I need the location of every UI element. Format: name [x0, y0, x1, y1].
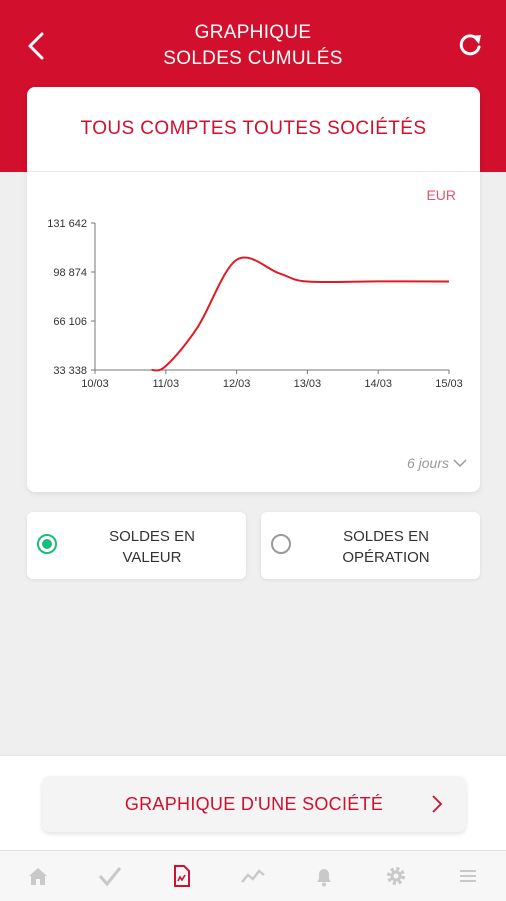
- radio-label-valeur: SOLDES EN VALEUR: [67, 526, 237, 568]
- refresh-button[interactable]: [454, 28, 486, 64]
- document-icon: [174, 865, 190, 887]
- gear-icon: [387, 867, 405, 885]
- tab-home[interactable]: [25, 863, 51, 889]
- radio-soldes-en-valeur[interactable]: SOLDES EN VALEUR: [27, 512, 246, 579]
- bell-icon: [317, 869, 331, 887]
- radio-unchecked-icon[interactable]: [271, 534, 291, 554]
- radio-label-operation: SOLDES EN OPÉRATION: [301, 526, 471, 568]
- currency-label: EUR: [426, 187, 456, 203]
- period-selector[interactable]: 6 jours: [407, 455, 468, 471]
- company-chart-button[interactable]: GRAPHIQUE D'UNE SOCIÉTÉ: [42, 776, 466, 832]
- tab-menu[interactable]: [455, 863, 481, 889]
- page-title-line1: GRAPHIQUE: [194, 22, 312, 43]
- tab-charts[interactable]: [240, 863, 266, 889]
- x-tick-label: 12/03: [223, 378, 251, 387]
- series-line: [151, 256, 450, 372]
- bottom-panel: GRAPHIQUE D'UNE SOCIÉTÉ: [0, 755, 506, 851]
- radio-soldes-en-operation[interactable]: SOLDES EN OPÉRATION: [261, 512, 480, 579]
- radio-label-valeur-line1: SOLDES EN: [109, 528, 195, 545]
- y-tick-label: 33 338: [53, 365, 87, 377]
- radio-checked-icon[interactable]: [37, 534, 57, 554]
- x-tick-label: 13/03: [294, 378, 322, 387]
- tab-documents[interactable]: [168, 863, 194, 889]
- chevron-left-icon: [28, 32, 44, 60]
- card-divider: [27, 171, 480, 172]
- tab-bar: [0, 850, 506, 901]
- chevron-right-icon: [432, 795, 443, 813]
- refresh-icon: [459, 34, 481, 56]
- card-title: TOUS COMPTES TOUTES SOCIÉTÉS: [80, 118, 427, 139]
- chart-card: TOUS COMPTES TOUTES SOCIÉTÉS EUR 33 338 6…: [27, 87, 480, 492]
- trend-icon: [241, 869, 265, 883]
- x-tick-label: 15/03: [435, 378, 463, 387]
- period-label: 6 jours: [406, 455, 449, 471]
- chevron-down-icon: [453, 459, 467, 468]
- page-title: GRAPHIQUE SOLDES CUMULÉS: [100, 20, 406, 72]
- page-title-line2: SOLDES CUMULÉS: [163, 48, 343, 69]
- radio-label-valeur-line2: VALEUR: [122, 549, 182, 566]
- radio-label-operation-line2: OPÉRATION: [342, 549, 430, 566]
- radio-label-operation-line1: SOLDES EN: [343, 528, 429, 545]
- y-tick-label: 131 642: [47, 218, 87, 230]
- company-chart-button-label: GRAPHIQUE D'UNE SOCIÉTÉ: [124, 794, 384, 814]
- tab-validation[interactable]: [97, 863, 123, 889]
- menu-icon: [460, 870, 476, 882]
- check-icon: [98, 867, 122, 887]
- x-tick-label: 10/03: [81, 378, 109, 387]
- tab-settings[interactable]: [383, 863, 409, 889]
- home-icon: [29, 868, 47, 885]
- x-tick-label: 14/03: [364, 378, 392, 387]
- tab-notifications[interactable]: [311, 863, 337, 889]
- y-tick-label: 66 106: [53, 316, 87, 328]
- x-tick-label: 11/03: [152, 378, 179, 387]
- balance-chart: 33 338 66 106 98 874 131 642 10/03 11/03 12/03…: [47, 218, 463, 387]
- back-button[interactable]: [22, 26, 54, 66]
- y-tick-label: 98 874: [53, 267, 87, 279]
